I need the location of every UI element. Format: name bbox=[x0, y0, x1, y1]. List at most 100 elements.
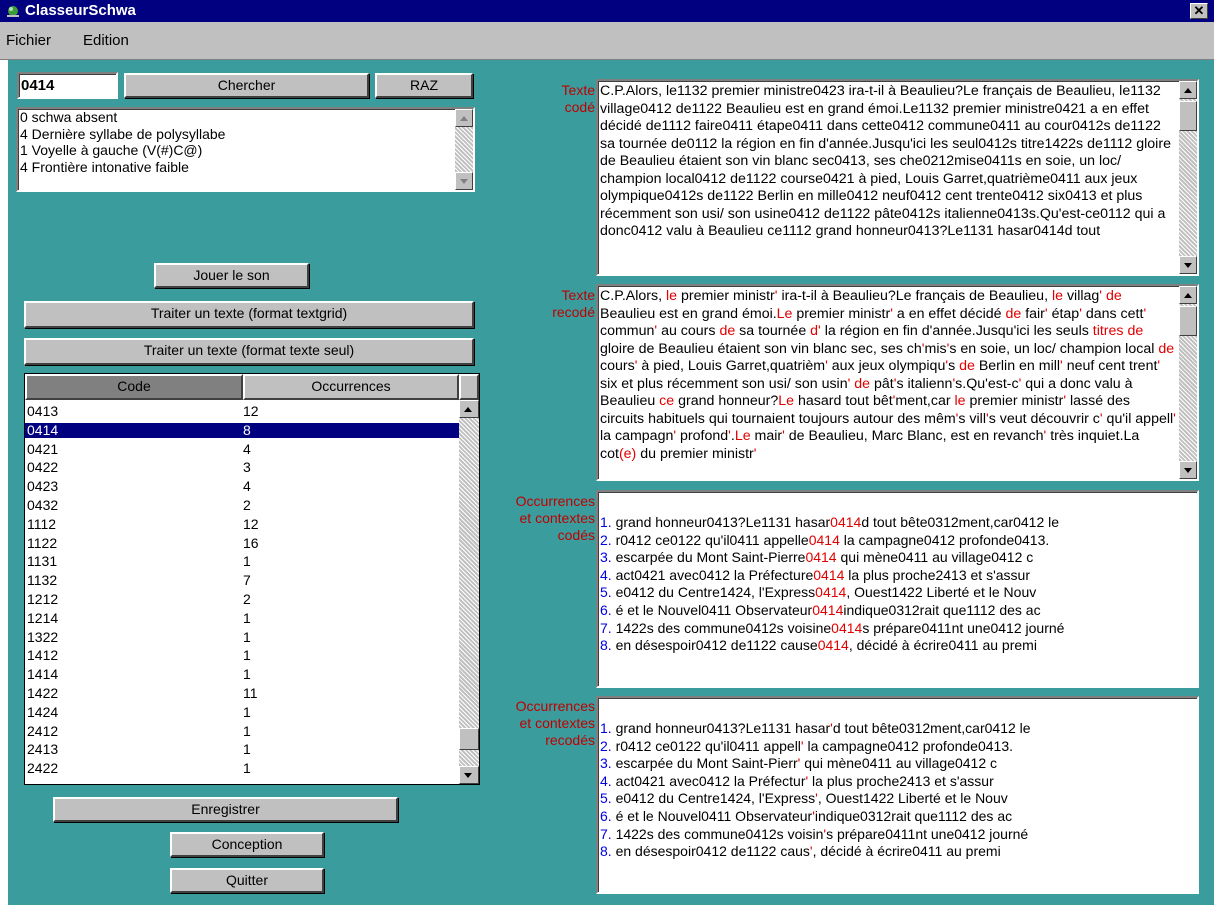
table-row[interactable]: 1214 1 bbox=[25, 609, 459, 626]
list-item[interactable]: 1. grand honneur0413?Le1131 hasar'd tout… bbox=[600, 720, 1031, 738]
list-item[interactable]: 4. act0421 avec0412 la Préfectur' la plu… bbox=[600, 773, 1031, 791]
process-plain-button[interactable]: Traiter un texte (format texte seul) bbox=[24, 338, 474, 365]
table-row[interactable]: 0414 8 bbox=[25, 422, 459, 439]
list-item[interactable]: 1 Voyelle à gauche (V(#)C@) bbox=[18, 142, 473, 159]
table-row[interactable]: 1112 12 bbox=[25, 516, 459, 532]
occurrence-number: 6. bbox=[600, 807, 612, 824]
recoded-occurrences-box[interactable]: 1. grand honneur0413?Le1131 hasar'd tout… bbox=[596, 696, 1199, 894]
list-item[interactable]: 2. r0412 ce0122 qu'il0411 appell' la cam… bbox=[600, 738, 1031, 756]
text-segment: ira-t-il à Beaulieu?Le français de Beaul… bbox=[777, 288, 1052, 304]
reset-button[interactable]: RAZ bbox=[375, 73, 473, 98]
table-row[interactable]: 2412 1 bbox=[25, 723, 459, 739]
recoded-text-box[interactable]: C.P.Alors, le premier ministr ' ira-t-il … bbox=[596, 284, 1199, 481]
results-scrollbar[interactable] bbox=[455, 109, 473, 190]
list-item[interactable]: 7. 1422s des commune0412s voisin's prépa… bbox=[600, 826, 1031, 844]
label-line: Texte bbox=[561, 82, 595, 98]
scroll-thumb[interactable] bbox=[459, 728, 479, 750]
save-button[interactable]: Enregistrer bbox=[53, 797, 398, 822]
table-row[interactable]: 1132 7 bbox=[25, 572, 459, 588]
list-item[interactable]: 8. en désespoir0412 de1122 caus', décidé… bbox=[600, 843, 1031, 861]
scroll-up-icon[interactable] bbox=[1179, 286, 1197, 304]
grid-header-occurrences[interactable]: Occurrences bbox=[243, 374, 459, 400]
occurrence-number: 1. bbox=[600, 720, 612, 736]
scroll-down-icon[interactable] bbox=[459, 766, 479, 784]
coded-occ-label: Occurrences et contextes codés bbox=[488, 493, 595, 544]
occurrence-number: 1. bbox=[600, 514, 612, 530]
search-button[interactable]: Chercher bbox=[124, 73, 369, 98]
table-row[interactable]: 0421 4 bbox=[25, 441, 459, 457]
list-item[interactable]: 4. act0421 avec0412 la Préfecture0414 la… bbox=[600, 567, 1064, 585]
text-segment: , Ouest1422 Liberté et le Nouv bbox=[817, 790, 1008, 807]
process-textgrid-button[interactable]: Traiter un texte (format textgrid) bbox=[24, 301, 474, 328]
text-segment: dans cett bbox=[1081, 305, 1144, 322]
coded-text-scrollbar[interactable] bbox=[1179, 81, 1197, 274]
scroll-thumb[interactable] bbox=[1179, 306, 1197, 336]
list-item[interactable]: 4 Frontière intonative faible bbox=[18, 159, 473, 176]
recoded-text-scrollbar[interactable] bbox=[1179, 286, 1197, 479]
table-row[interactable]: 1422 11 bbox=[25, 685, 459, 701]
results-list[interactable]: 0 schwa absent 4 Dernière syllabe de pol… bbox=[16, 107, 475, 192]
table-row[interactable]: 1122 16 bbox=[25, 535, 459, 551]
table-row[interactable]: 1212 2 bbox=[25, 591, 459, 607]
close-icon[interactable]: ✕ bbox=[1190, 3, 1208, 19]
schwa-mark: le bbox=[665, 288, 678, 304]
text-segment: du premier ministr bbox=[636, 445, 754, 462]
scroll-down-icon[interactable] bbox=[1179, 461, 1197, 479]
play-sound-button[interactable]: Jouer le son bbox=[154, 263, 309, 288]
cell-code: 2422 bbox=[27, 760, 59, 777]
code-input[interactable]: 0414 bbox=[17, 72, 118, 99]
table-row[interactable]: 2422 1 bbox=[25, 760, 459, 777]
scroll-thumb[interactable] bbox=[1179, 101, 1197, 131]
schwa-mark: d' bbox=[810, 323, 821, 339]
table-row[interactable]: 1424 1 bbox=[25, 704, 459, 720]
cell-code: 1214 bbox=[27, 609, 59, 626]
table-row[interactable]: 2413 1 bbox=[25, 742, 459, 758]
table-row[interactable]: 1131 1 bbox=[25, 554, 459, 570]
schwa-mark: 0414 bbox=[815, 584, 847, 601]
text-segment: indique0312rait que1112 des ac bbox=[843, 601, 1041, 618]
grid-header-code[interactable]: Code bbox=[25, 374, 243, 400]
list-item[interactable]: 6. é et le Nouvel0411 Observateur'indiqu… bbox=[600, 808, 1031, 826]
cell-occurrences: 3 bbox=[243, 459, 251, 476]
table-row[interactable]: 0423 4 bbox=[25, 478, 459, 495]
code-grid[interactable]: Code Occurrences 0413 12 0414 8 0421 4 0422 3 04… bbox=[24, 373, 480, 785]
scroll-up-icon[interactable] bbox=[459, 400, 479, 418]
coded-occurrences-box[interactable]: 1. grand honneur0413?Le1131 hasar0414d t… bbox=[596, 490, 1199, 688]
list-item[interactable]: 1. grand honneur0413?Le1131 hasar0414d t… bbox=[600, 514, 1064, 532]
list-item[interactable]: 8. en désespoir0412 de1122 cause0414, dé… bbox=[600, 637, 1064, 655]
list-item[interactable]: 5. e0412 du Centre1424, l'Express0414, O… bbox=[600, 584, 1064, 602]
design-button[interactable]: Conception bbox=[170, 832, 324, 857]
list-item[interactable]: 6. é et le Nouvel0411 Observateur0414ind… bbox=[600, 602, 1064, 620]
label-line: Occurrences bbox=[515, 493, 595, 509]
list-item[interactable]: 4 Dernière syllabe de polysyllabe bbox=[18, 126, 473, 143]
table-row[interactable]: 0422 3 bbox=[25, 459, 459, 476]
menu-edition[interactable]: Edition bbox=[83, 32, 129, 49]
occurrence-number: 7. bbox=[600, 619, 612, 636]
scroll-down-icon[interactable] bbox=[455, 172, 473, 190]
table-row[interactable]: 1322 1 bbox=[25, 629, 459, 645]
text-segment: premier ministr bbox=[965, 393, 1064, 409]
menu-fichier[interactable]: Fichier bbox=[6, 32, 51, 49]
text-segment: mis bbox=[924, 340, 947, 357]
grid-scrollbar[interactable] bbox=[459, 400, 479, 784]
schwa-mark: de bbox=[854, 375, 871, 392]
table-row[interactable]: 1412 1 bbox=[25, 648, 459, 664]
list-item[interactable]: 3. escarpée du Mont Saint-Pierre0414 qui… bbox=[600, 549, 1064, 567]
text-segment: cours bbox=[600, 358, 635, 374]
coded-text-box[interactable]: C.P.Alors, le1132 premier ministre0423 i… bbox=[596, 79, 1199, 276]
scroll-down-icon[interactable] bbox=[1179, 256, 1197, 274]
schwa-mark: de bbox=[719, 323, 736, 339]
quit-button[interactable]: Quitter bbox=[170, 868, 324, 893]
list-item[interactable]: 2. r0412 ce0122 qu'il0411 appelle0414 la… bbox=[600, 532, 1064, 550]
text-segment: ment,car bbox=[895, 393, 955, 409]
list-item[interactable]: 3. escarpée du Mont Saint-Pierr' qui mèn… bbox=[600, 755, 1031, 773]
scroll-up-icon[interactable] bbox=[1179, 81, 1197, 99]
table-row[interactable]: 0432 2 bbox=[25, 497, 459, 513]
list-item[interactable]: 0 schwa absent bbox=[18, 109, 473, 126]
list-item[interactable]: 7. 1422s des commune0412s voisine0414s p… bbox=[600, 620, 1064, 638]
scroll-up-icon[interactable] bbox=[455, 109, 473, 127]
table-row[interactable]: 0413 12 bbox=[25, 404, 459, 419]
table-row[interactable]: 1414 1 bbox=[25, 666, 459, 682]
list-item[interactable]: 5. e0412 du Centre1424, l'Express', Oues… bbox=[600, 790, 1031, 808]
cell-code: 0423 bbox=[27, 478, 59, 495]
